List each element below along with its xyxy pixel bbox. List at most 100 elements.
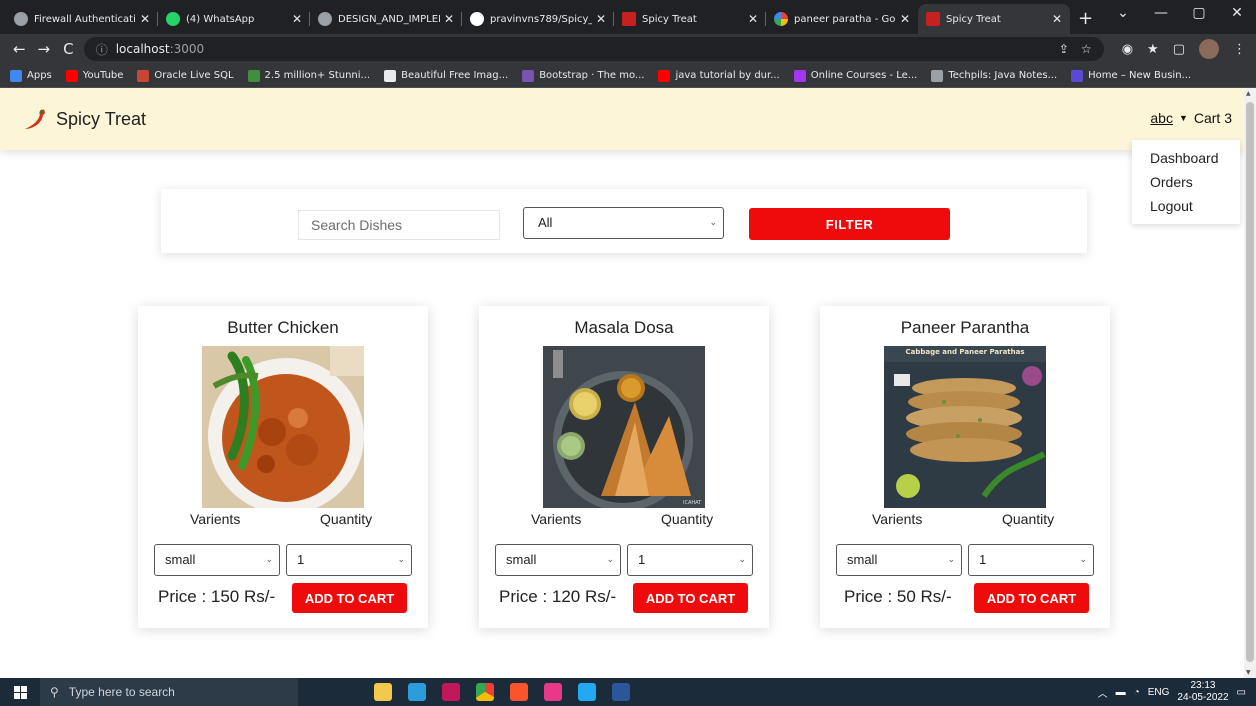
new-tab-button[interactable]: +: [1078, 4, 1093, 34]
bookmark-apps[interactable]: Apps: [10, 69, 52, 82]
add-to-cart-button[interactable]: ADD TO CART: [633, 583, 748, 613]
github-icon: [470, 12, 484, 26]
info-icon[interactable]: ⓘ: [96, 41, 108, 58]
globe-icon: [318, 12, 332, 26]
google-icon: [774, 12, 788, 26]
bookmark-oracle[interactable]: Oracle Live SQL: [137, 69, 234, 82]
close-icon[interactable]: ✕: [900, 12, 910, 26]
bookmark-bootstrap[interactable]: Bootstrap · The mo...: [522, 69, 644, 82]
quantity-label: Quantity: [320, 511, 373, 527]
tab-github[interactable]: pravinvns789/Spicy_T ✕: [462, 4, 614, 34]
bookmark-business[interactable]: Home – New Busin...: [1071, 69, 1191, 82]
puzzle-icon[interactable]: ★: [1147, 42, 1159, 57]
quantity-select[interactable]: 1 ⌄: [286, 544, 412, 576]
tab-google[interactable]: paneer paratha - Goo ✕: [766, 4, 918, 34]
bookmark-images[interactable]: Beautiful Free Imag...: [384, 69, 508, 82]
filter-button[interactable]: FILTER: [749, 208, 950, 240]
bookmark-java[interactable]: java tutorial by dur...: [658, 69, 780, 82]
address-bar[interactable]: ⓘ localhost:3000 ⇪ ☆: [83, 37, 1104, 61]
notification-icon[interactable]: ▭: [1237, 687, 1246, 698]
bookmark-courses[interactable]: Online Courses - Le...: [793, 69, 917, 82]
add-to-cart-button[interactable]: ADD TO CART: [974, 583, 1089, 613]
close-window-icon[interactable]: ✕: [1218, 0, 1256, 26]
chevron-down-icon: ⌄: [265, 554, 273, 564]
profile-avatar[interactable]: [1198, 39, 1219, 59]
clock[interactable]: 23:13 24-05-2022: [1177, 680, 1228, 704]
tab-spicy-treat-active[interactable]: Spicy Treat ✕: [918, 4, 1070, 34]
variant-select[interactable]: small ⌄: [154, 544, 280, 576]
window-controls: ⌄ — ▢ ✕: [1104, 0, 1256, 26]
quantity-select[interactable]: 1 ⌄: [627, 544, 753, 576]
dish-title: Masala Dosa: [574, 318, 674, 337]
chrome-icon[interactable]: [476, 683, 494, 701]
search-input[interactable]: Search Dishes: [298, 210, 500, 240]
dish-price: Price : 50 Rs/-: [844, 587, 952, 606]
sidepanel-icon[interactable]: ▢: [1173, 42, 1185, 57]
network-icon[interactable]: ▬: [1116, 687, 1126, 698]
spicy-treat-icon: [926, 12, 940, 26]
caret-down-icon[interactable]: ▼: [1179, 113, 1188, 123]
close-icon[interactable]: ✕: [444, 12, 454, 26]
filter-panel: Search Dishes All ⌄ FILTER: [161, 189, 1087, 253]
bookmark-techpils[interactable]: Techpils: Java Notes...: [931, 69, 1057, 82]
user-menu-toggle[interactable]: abc: [1150, 110, 1173, 126]
menu-item-dashboard[interactable]: Dashboard: [1132, 146, 1240, 170]
close-icon[interactable]: ✕: [1052, 12, 1062, 26]
variant-select[interactable]: small ⌄: [836, 544, 962, 576]
add-to-cart-button[interactable]: ADD TO CART: [292, 583, 407, 613]
tab-firewall[interactable]: Firewall Authenticatio ✕: [6, 4, 158, 34]
chevron-down-icon[interactable]: ⌄: [1104, 0, 1142, 26]
extension-icon[interactable]: ◉: [1122, 42, 1133, 57]
menu-item-logout[interactable]: Logout: [1132, 194, 1240, 218]
close-icon[interactable]: ✕: [292, 12, 302, 26]
page-content: Spicy Treat abc ▼ Cart 3 Dashboard Order…: [0, 88, 1244, 678]
close-icon[interactable]: ✕: [140, 12, 150, 26]
maximize-icon[interactable]: ▢: [1180, 0, 1218, 26]
wifi-icon[interactable]: ◔: [1134, 687, 1140, 698]
word-icon[interactable]: [612, 683, 630, 701]
brand-link[interactable]: Spicy Treat: [22, 106, 146, 132]
brave-icon[interactable]: [510, 683, 528, 701]
file-explorer-icon[interactable]: [374, 683, 392, 701]
share-icon[interactable]: ⇪: [1059, 42, 1069, 56]
chevron-up-icon[interactable]: ︿: [1098, 685, 1108, 700]
windows-start-icon[interactable]: [0, 685, 40, 699]
search-icon: ⚲: [50, 685, 59, 699]
bootstrap-icon: [522, 69, 535, 82]
variant-select[interactable]: small ⌄: [495, 544, 621, 576]
dish-image-butter-chicken: [202, 346, 364, 508]
bookmark-youtube[interactable]: YouTube: [65, 69, 123, 82]
language-indicator[interactable]: ENG: [1148, 687, 1170, 698]
vscode-icon[interactable]: [578, 683, 596, 701]
minimize-icon[interactable]: —: [1142, 0, 1180, 26]
bookmark-star-icon[interactable]: ☆: [1081, 42, 1092, 56]
oracle-icon: [137, 69, 150, 82]
tab-design[interactable]: DESIGN_AND_IMPLEM ✕: [310, 4, 462, 34]
quantity-select[interactable]: 1 ⌄: [968, 544, 1094, 576]
scroll-down-icon[interactable]: ▼: [1246, 669, 1251, 676]
address-host: localhost: [115, 42, 170, 56]
tab-whatsapp[interactable]: (4) WhatsApp ✕: [158, 4, 310, 34]
close-icon[interactable]: ✕: [596, 12, 606, 26]
scroll-up-icon[interactable]: ▲: [1246, 90, 1251, 97]
back-icon[interactable]: ←: [10, 40, 29, 58]
bookmark-stock[interactable]: 2.5 million+ Stunni...: [247, 69, 370, 82]
tab-spicy-treat-1[interactable]: Spicy Treat ✕: [614, 4, 766, 34]
whatsapp-icon: [166, 12, 180, 26]
chili-icon: [25, 109, 45, 129]
menu-icon[interactable]: ⋮: [1233, 42, 1246, 57]
variants-label: Varients: [872, 511, 923, 527]
image-caption: Cabbage and Paneer Parathas: [905, 348, 1025, 356]
intellij-icon[interactable]: [544, 683, 562, 701]
scrollbar-thumb[interactable]: [1246, 102, 1254, 662]
app-icon[interactable]: [442, 683, 460, 701]
close-icon[interactable]: ✕: [748, 12, 758, 26]
category-select[interactable]: All ⌄: [523, 207, 724, 239]
taskbar-search-input[interactable]: ⚲ Type here to search: [40, 678, 298, 706]
reload-icon[interactable]: C: [59, 40, 78, 58]
store-icon[interactable]: [408, 683, 426, 701]
forward-icon[interactable]: →: [35, 40, 54, 58]
cart-link[interactable]: Cart 3: [1194, 110, 1232, 126]
menu-item-orders[interactable]: Orders: [1132, 170, 1240, 194]
page-scrollbar[interactable]: ▲ ▼: [1244, 88, 1256, 678]
